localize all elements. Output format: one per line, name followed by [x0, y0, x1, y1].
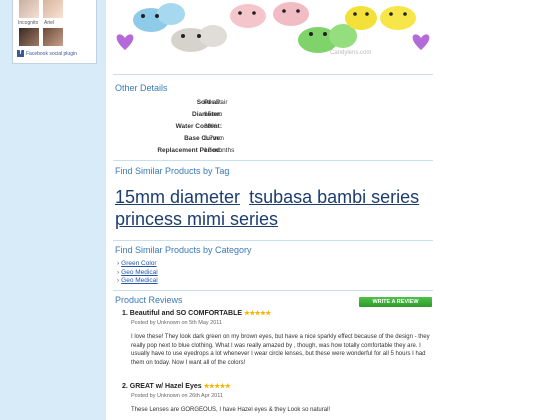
product-reviews-heading: Product Reviews	[115, 295, 183, 305]
star-rating-icon: ★★★★★	[203, 383, 231, 390]
category-link[interactable]: Geo Medical	[121, 277, 158, 284]
facebook-icon: f	[17, 50, 24, 57]
spec-value: Per Pair	[204, 99, 228, 106]
friend-avatar[interactable]	[19, 0, 39, 18]
write-review-button[interactable]: WRITE A REVIEW	[359, 297, 432, 307]
spec-value: 15mm	[204, 111, 223, 118]
product-image[interactable]	[113, 0, 433, 68]
review-body: These Lenses are GORGEOUS, I have Hazel …	[131, 407, 331, 413]
category-list: › Green Color › Geo Medical › Geo Medical	[117, 260, 158, 286]
friend-name[interactable]: Ariel	[44, 20, 54, 26]
review-body: I love these! They look dark green on my…	[131, 334, 430, 366]
friend-avatar[interactable]	[43, 0, 63, 18]
review-meta: Posted by Unknown on 26th Apr 2011	[131, 393, 223, 399]
spec-value: 12 months	[204, 147, 235, 154]
other-details-heading: Other Details	[115, 83, 168, 93]
section-divider	[113, 290, 433, 291]
section-divider	[113, 240, 433, 241]
facebook-plugin-label: Facebook social plugin	[26, 50, 77, 57]
similar-by-tag-heading: Find Similar Products by Tag	[115, 166, 230, 176]
similar-by-category-heading: Find Similar Products by Category	[115, 245, 252, 255]
category-item: › Green Color	[117, 260, 157, 267]
friend-avatar[interactable]	[43, 28, 63, 46]
review-item: 2. GREAT w/ Hazel Eyes ★★★★★ Posted by U…	[122, 382, 432, 415]
tag-link[interactable]: 15mm diameter	[115, 187, 240, 207]
tag-cloud: 15mm diameter tsubasa bambi series princ…	[115, 186, 435, 230]
section-divider	[113, 160, 433, 161]
left-sidebar: Incognito Ariel f Facebook social plugin	[0, 0, 106, 420]
section-divider	[113, 74, 433, 75]
review-meta: Posted by Unknown on 5th May 2011	[131, 320, 223, 326]
image-watermark: Candylens.com	[330, 50, 372, 56]
review-item: 1. Beautiful and SO COMFORTABLE ★★★★★ Po…	[122, 309, 432, 367]
category-item: › Geo Medical	[117, 277, 158, 284]
category-link[interactable]: Green Color	[121, 260, 156, 267]
review-title: Beautiful and SO COMFORTABLE	[129, 310, 243, 317]
tag-link[interactable]: tsubasa bambi series	[249, 187, 419, 207]
spec-value: 38%	[204, 123, 218, 130]
lens-case-illustration	[116, 2, 430, 53]
friend-avatar[interactable]	[19, 28, 39, 46]
facebook-plugin-footer[interactable]: f Facebook social plugin	[17, 50, 77, 57]
review-number: 1.	[122, 310, 128, 317]
spec-value: 8.7mm	[204, 135, 224, 142]
category-link[interactable]: Geo Medical	[121, 269, 158, 276]
facebook-like-box: Incognito Ariel f Facebook social plugin	[12, 0, 97, 64]
tag-link[interactable]: princess mimi series	[115, 209, 278, 229]
review-title: GREAT w/ Hazel Eyes	[129, 383, 202, 390]
friend-name[interactable]: Incognito	[18, 20, 38, 26]
review-number: 2.	[122, 383, 128, 390]
star-rating-icon: ★★★★★	[244, 310, 271, 317]
category-item: › Geo Medical	[117, 268, 158, 276]
